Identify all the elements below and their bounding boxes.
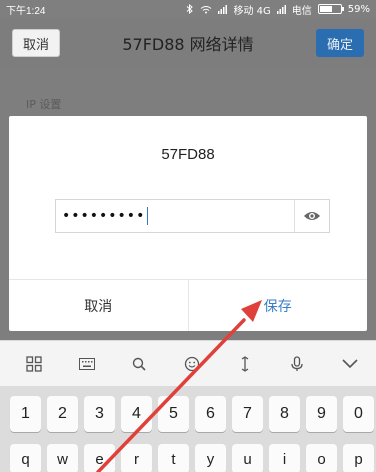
key-5[interactable]: 5 (158, 396, 189, 432)
key-7[interactable]: 7 (232, 396, 263, 432)
key-6[interactable]: 6 (195, 396, 226, 432)
carrier-1: 移动 4G (233, 5, 271, 17)
key-e[interactable]: e (84, 444, 115, 472)
dialog-cancel-button[interactable]: 取消 (9, 280, 189, 331)
signal-icon-1 (218, 4, 228, 14)
confirm-button[interactable]: 确定 (316, 29, 364, 57)
dialog-actions: 取消 保存 (9, 279, 367, 331)
title-bar: 57FD88 网络详情 取消 确定 (0, 18, 376, 68)
key-u[interactable]: u (232, 444, 263, 472)
key-8[interactable]: 8 (269, 396, 300, 432)
key-i[interactable]: i (269, 444, 300, 472)
carrier-2: 电信 (291, 5, 312, 17)
search-icon[interactable] (127, 352, 151, 376)
keyboard: 1234567890 qwertyuiop (0, 386, 376, 472)
eye-icon[interactable] (295, 199, 329, 233)
key-1[interactable]: 1 (10, 396, 41, 432)
password-input[interactable]: ••••••••• (55, 199, 330, 233)
battery-fill (319, 6, 332, 12)
battery-icon (317, 4, 344, 14)
key-w[interactable]: w (47, 444, 78, 472)
signal-icon-2 (276, 4, 286, 14)
key-t[interactable]: t (158, 444, 189, 472)
key-0[interactable]: 0 (343, 396, 374, 432)
dialog-title: 57FD88 (161, 146, 215, 163)
key-9[interactable]: 9 (306, 396, 337, 432)
password-dialog: 57FD88 ••••••••• 取消 保存 (9, 116, 367, 331)
key-o[interactable]: o (306, 444, 337, 472)
status-time: 下午1:24 (6, 5, 46, 17)
emoji-icon[interactable] (180, 352, 204, 376)
battery-percent: 59% (347, 3, 370, 15)
status-right: 移动 4G 电信 59% (186, 2, 370, 17)
keyboard-icon[interactable] (75, 352, 99, 376)
key-2[interactable]: 2 (47, 396, 78, 432)
dialog-save-button[interactable]: 保存 (189, 280, 368, 331)
key-q[interactable]: q (10, 444, 41, 472)
apps-grid-icon[interactable] (22, 352, 46, 376)
status-bar: 下午1:24 移动 4G 电信 59% (0, 0, 376, 18)
cancel-button[interactable]: 取消 (12, 29, 60, 57)
cursor-icon[interactable] (233, 352, 257, 376)
wifi-icon (200, 5, 212, 14)
key-3[interactable]: 3 (84, 396, 115, 432)
ip-settings-label: IP 设置 (26, 98, 62, 111)
key-p[interactable]: p (343, 444, 374, 472)
chevron-down-icon[interactable] (338, 352, 362, 376)
key-y[interactable]: y (195, 444, 226, 472)
bluetooth-icon (186, 4, 194, 14)
mic-icon[interactable] (285, 352, 309, 376)
key-4[interactable]: 4 (121, 396, 152, 432)
text-caret (147, 207, 149, 225)
password-value: ••••••••• (62, 208, 146, 224)
keyboard-toolbar (0, 340, 376, 386)
key-r[interactable]: r (121, 444, 152, 472)
